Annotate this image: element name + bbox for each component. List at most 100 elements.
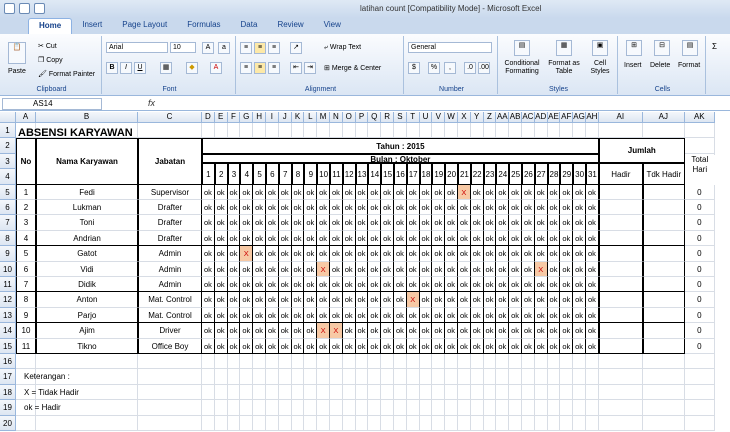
- cell[interactable]: [394, 384, 407, 401]
- attendance-cell[interactable]: ok: [573, 292, 586, 308]
- cell[interactable]: [355, 400, 369, 416]
- cell-styles-icon[interactable]: ▣: [592, 40, 608, 56]
- cell[interactable]: [240, 369, 254, 385]
- cell[interactable]: [291, 384, 305, 401]
- attendance-cell[interactable]: ok: [330, 307, 343, 324]
- cell[interactable]: [227, 369, 241, 385]
- attendance-cell[interactable]: ok: [394, 307, 407, 324]
- attendance-cell[interactable]: ok: [458, 277, 471, 293]
- cell[interactable]: [496, 123, 510, 139]
- cell[interactable]: [509, 369, 522, 385]
- attendance-cell[interactable]: ok: [470, 277, 484, 293]
- attendance-cell[interactable]: ok: [406, 307, 420, 324]
- cell[interactable]: [684, 369, 715, 385]
- attendance-cell[interactable]: ok: [227, 246, 241, 262]
- cell[interactable]: [317, 384, 330, 401]
- attendance-cell[interactable]: ok: [547, 307, 561, 324]
- attendance-cell[interactable]: ok: [483, 200, 497, 216]
- attendance-cell[interactable]: ok: [445, 215, 458, 231]
- cell[interactable]: [496, 354, 510, 370]
- cell[interactable]: [253, 354, 266, 370]
- tab-page-layout[interactable]: Page Layout: [112, 18, 177, 34]
- cell[interactable]: [483, 354, 497, 370]
- attendance-cell[interactable]: ok: [266, 323, 279, 339]
- attendance-cell[interactable]: ok: [509, 307, 522, 324]
- attendance-cell[interactable]: ok: [406, 323, 420, 339]
- cell[interactable]: [470, 369, 484, 385]
- save-icon[interactable]: [4, 3, 15, 14]
- attendance-cell[interactable]: ok: [330, 246, 343, 262]
- attendance-cell[interactable]: ok: [214, 261, 228, 277]
- cell[interactable]: [317, 400, 330, 416]
- attendance-cell[interactable]: ok: [406, 230, 420, 247]
- cell[interactable]: [560, 415, 574, 431]
- currency-button[interactable]: $: [408, 62, 420, 74]
- cell[interactable]: [458, 354, 471, 370]
- attendance-cell[interactable]: ok: [291, 200, 305, 216]
- attendance-cell[interactable]: ok: [317, 230, 330, 247]
- cell[interactable]: [522, 354, 535, 370]
- format-painter-button[interactable]: 🖌 Format Painter: [38, 70, 95, 78]
- attendance-cell[interactable]: ok: [560, 277, 574, 293]
- cell[interactable]: [406, 354, 420, 370]
- cell[interactable]: [586, 415, 599, 431]
- cell-styles-button[interactable]: Cell Styles: [586, 60, 614, 76]
- cell[interactable]: [534, 123, 548, 139]
- column-header-w[interactable]: W: [445, 112, 458, 123]
- cell[interactable]: [381, 123, 394, 139]
- attendance-cell[interactable]: ok: [291, 230, 305, 247]
- cell[interactable]: [586, 354, 599, 370]
- attendance-cell[interactable]: ok: [509, 230, 522, 247]
- column-header-u[interactable]: U: [419, 112, 433, 123]
- attendance-cell[interactable]: ok: [522, 338, 535, 354]
- cell[interactable]: [445, 369, 458, 385]
- align-center-icon[interactable]: ≡: [254, 62, 266, 74]
- insert-cells-button[interactable]: Insert: [624, 62, 642, 69]
- tab-formulas[interactable]: Formulas: [177, 18, 230, 34]
- attendance-cell[interactable]: ok: [470, 338, 484, 354]
- attendance-cell[interactable]: ok: [342, 307, 356, 324]
- attendance-cell[interactable]: ok: [394, 323, 407, 339]
- cell[interactable]: [278, 369, 292, 385]
- attendance-cell[interactable]: ok: [419, 338, 433, 354]
- attendance-cell[interactable]: ok: [278, 230, 292, 247]
- cell[interactable]: [432, 354, 446, 370]
- cell[interactable]: [496, 400, 510, 416]
- attendance-cell[interactable]: ok: [214, 200, 228, 216]
- attendance-cell[interactable]: ok: [317, 215, 330, 231]
- cell[interactable]: [394, 123, 407, 139]
- attendance-cell[interactable]: ok: [355, 261, 369, 277]
- cell[interactable]: [560, 384, 574, 401]
- attendance-cell[interactable]: ok: [522, 215, 535, 231]
- cell[interactable]: [496, 415, 510, 431]
- attendance-cell[interactable]: ok: [496, 277, 510, 293]
- attendance-cell[interactable]: ok: [547, 246, 561, 262]
- cell[interactable]: [684, 400, 715, 416]
- tab-view[interactable]: View: [314, 18, 351, 34]
- cell[interactable]: [684, 123, 715, 139]
- cell[interactable]: [342, 400, 356, 416]
- attendance-cell[interactable]: ok: [342, 292, 356, 308]
- attendance-cell[interactable]: ok: [342, 338, 356, 354]
- cell[interactable]: [560, 123, 574, 139]
- attendance-cell[interactable]: ok: [317, 184, 330, 200]
- attendance-cell[interactable]: ok: [458, 200, 471, 216]
- decrease-indent-icon[interactable]: ⇤: [290, 62, 302, 74]
- cell[interactable]: [291, 415, 305, 431]
- cell[interactable]: [291, 400, 305, 416]
- cell[interactable]: [573, 369, 586, 385]
- cell[interactable]: [266, 369, 279, 385]
- cell[interactable]: [470, 384, 484, 401]
- attendance-cell[interactable]: ok: [304, 261, 318, 277]
- cell[interactable]: [330, 369, 343, 385]
- attendance-cell[interactable]: ok: [355, 323, 369, 339]
- attendance-cell[interactable]: ok: [522, 323, 535, 339]
- attendance-cell[interactable]: ok: [432, 184, 446, 200]
- cell[interactable]: [458, 400, 471, 416]
- cell[interactable]: [547, 384, 561, 401]
- attendance-cell[interactable]: ok: [394, 338, 407, 354]
- column-header-s[interactable]: S: [394, 112, 407, 123]
- row-header-15[interactable]: 15: [0, 338, 16, 354]
- cell[interactable]: [406, 369, 420, 385]
- attendance-cell[interactable]: ok: [496, 200, 510, 216]
